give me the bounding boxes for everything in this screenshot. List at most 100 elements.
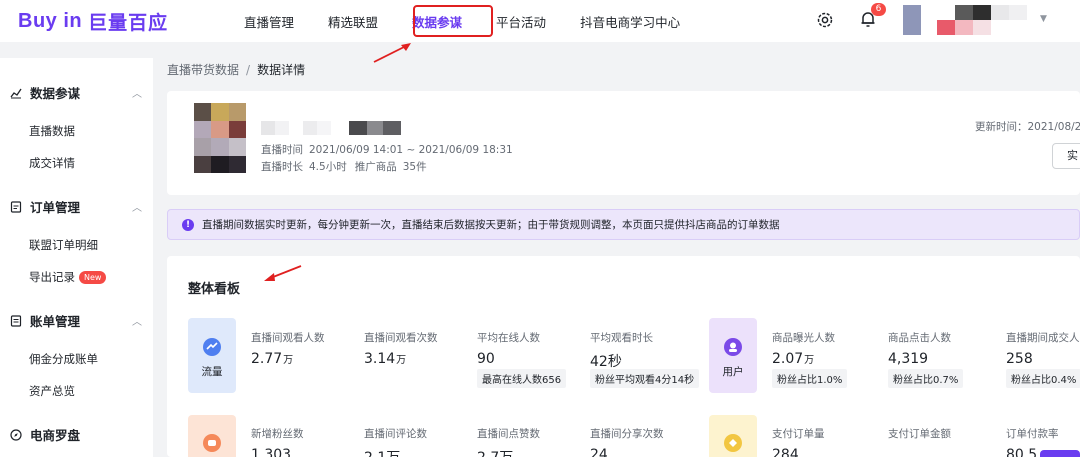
chevron-up-icon[interactable]: ︿ [132, 313, 142, 328]
compass-icon [10, 428, 22, 441]
metric-number: 2.77 [251, 351, 283, 367]
live-action-button[interactable]: 实 [1052, 143, 1080, 169]
chevron-up-icon[interactable]: ︿ [132, 199, 142, 214]
metric-value: 1,303 [251, 447, 292, 457]
metric-sub-peak-online: 最高在线人数656 [477, 369, 567, 388]
interaction-icon [203, 434, 221, 452]
metric-buyers: 直播期间成交人 258 [1006, 330, 1080, 367]
metric-new-fans: 新增粉丝数 1,303 [251, 426, 304, 457]
sidebar-group-label: 电商罗盘 [30, 428, 81, 443]
live-products-value: 35件 [402, 161, 427, 173]
metric-value: 90 [477, 351, 495, 367]
breadcrumb: 直播带货数据 / 数据详情 [167, 61, 305, 78]
new-badge: New [79, 270, 107, 284]
nav-platform-events[interactable]: 平台活动 [496, 12, 546, 31]
metric-label: 支付订单量 [772, 428, 825, 440]
metric-sub-clicks-fans: 粉丝占比0.7% [888, 369, 964, 388]
metric-sub-buyers-fans: 粉丝占比0.4% [1006, 369, 1080, 388]
sidebar-item-commission-bill[interactable]: 佣金分成账单 [29, 351, 98, 367]
update-time-value: 2021/08/2 [1027, 121, 1080, 133]
logo-text-cn: 巨量百应 [88, 12, 169, 34]
live-time-row: 直播时间 2021/06/09 14:01 ~ 2021/06/09 18:31 [261, 142, 513, 157]
user-category: 用户 [709, 318, 757, 393]
avatar[interactable] [903, 5, 921, 35]
bill-icon [10, 314, 22, 327]
metric-label: 直播期间成交人 [1006, 332, 1080, 344]
chevron-up-icon[interactable]: ︿ [132, 85, 142, 100]
traffic-label: 流量 [201, 366, 223, 378]
sidebar-group-bills[interactable]: 账单管理 [10, 311, 80, 330]
metric-label: 直播间点赞数 [477, 428, 540, 440]
sidebar-item-export-records[interactable]: 导出记录 New [29, 269, 107, 285]
metric-value: 2.77万 [251, 351, 325, 367]
sidebar-item-asset-overview[interactable]: 资产总览 [29, 383, 75, 399]
breadcrumb-parent[interactable]: 直播带货数据 [167, 63, 239, 77]
update-time: 更新时间：2021/08/2 [975, 119, 1080, 134]
sidebar-group-compass[interactable]: 电商罗盘 [10, 425, 80, 444]
sidebar-group-orders[interactable]: 订单管理 [10, 197, 80, 216]
live-duration-value: 4.5小时 [309, 161, 347, 173]
metric-label: 直播间分享次数 [590, 428, 664, 440]
live-cover-mosaic [194, 103, 246, 173]
sidebar: 数据参谋 ︿ 直播数据 成交详情 订单管理 ︿ 联盟订单明细 导出记录 New … [0, 58, 153, 457]
nav-live-manage[interactable]: 直播管理 [244, 12, 294, 31]
metric-label: 新增粉丝数 [251, 428, 304, 440]
live-duration-label: 直播时长 [261, 161, 303, 173]
metric-avg-online: 平均在线人数 90 [477, 330, 540, 367]
nav-alliance[interactable]: 精选联盟 [328, 12, 378, 31]
notice-bar: ! 直播期间数据实时更新，每分钟更新一次，直播结束后数据按天更新；由于带货规则调… [167, 209, 1080, 240]
live-duration-row: 直播时长 4.5小时 推广商品 35件 [261, 159, 427, 174]
update-time-label: 更新时间： [975, 121, 1028, 133]
metric-paid-orders: 支付订单量 284 [772, 426, 825, 457]
metric-unit: 万 [283, 355, 294, 366]
buyin-logo[interactable]: Buy in 巨量百应 [18, 8, 168, 34]
metric-value: 4,319 [888, 351, 929, 367]
sidebar-item-deal-details[interactable]: 成交详情 [29, 155, 75, 171]
metric-comments: 直播间评论数 2.1万 [364, 426, 427, 457]
metric-value: 2.1万 [364, 447, 427, 457]
sidebar-item-alliance-orders[interactable]: 联盟订单明细 [29, 237, 98, 253]
metric-number: 3.14 [364, 351, 396, 367]
user-label: 用户 [722, 366, 744, 378]
metric-value: 2.07万 [772, 351, 835, 367]
live-time-label: 直播时间 [261, 144, 303, 156]
logo-text-en: Buy in [18, 9, 83, 32]
chevron-down-icon[interactable]: ▼ [1040, 14, 1047, 24]
notification-badge: 6 [871, 3, 886, 16]
sidebar-item-label: 导出记录 [29, 270, 75, 284]
metric-label: 支付订单金额 [888, 428, 951, 440]
sidebar-item-live-data[interactable]: 直播数据 [29, 123, 75, 139]
metric-product-clicks: 商品点击人数 4,319 [888, 330, 951, 367]
chart-icon [10, 88, 22, 98]
user-icon [724, 338, 742, 356]
breadcrumb-separator: / [246, 63, 251, 77]
metric-value: 3.14万 [364, 351, 438, 367]
dashboard-title: 整体看板 [188, 282, 241, 297]
info-icon: ! [182, 218, 194, 231]
breadcrumb-current: 数据详情 [257, 63, 306, 77]
metric-value: 284 [772, 447, 799, 457]
metric-number: 2.07 [772, 351, 804, 367]
metric-label: 平均在线人数 [477, 332, 540, 344]
metric-value: 24 [590, 447, 608, 457]
metric-label: 商品点击人数 [888, 332, 951, 344]
live-title-mosaic [261, 121, 411, 135]
live-info-card: 直播时间 2021/06/09 14:01 ~ 2021/06/09 18:31 … [167, 91, 1080, 195]
sidebar-group-data[interactable]: 数据参谋 [10, 83, 80, 102]
metric-value: 42秒 [590, 354, 622, 370]
nav-learning-center[interactable]: 抖音电商学习中心 [580, 12, 680, 31]
metric-views: 直播间观看次数 3.14万 [364, 330, 438, 367]
live-products-label: 推广商品 [354, 161, 397, 173]
gear-icon[interactable] [815, 10, 835, 30]
metric-sub-fan-watch: 粉丝平均观看4分14秒 [590, 369, 700, 388]
username-mosaic[interactable] [937, 5, 1027, 37]
notice-text: 直播期间数据实时更新，每分钟更新一次，直播结束后数据按天更新；由于带货规则调整，… [202, 219, 780, 231]
live-time-value: 2021/06/09 14:01 ~ 2021/06/09 18:31 [309, 144, 513, 156]
floating-help-tab[interactable] [1040, 450, 1080, 457]
metric-label: 直播间观看次数 [364, 332, 438, 344]
order-icon [10, 200, 22, 213]
metric-label: 商品曝光人数 [772, 332, 835, 344]
traffic-icon [203, 338, 221, 356]
metric-paid-amount: 支付订单金额 [888, 426, 951, 447]
metric-value: 258 [1006, 351, 1033, 367]
